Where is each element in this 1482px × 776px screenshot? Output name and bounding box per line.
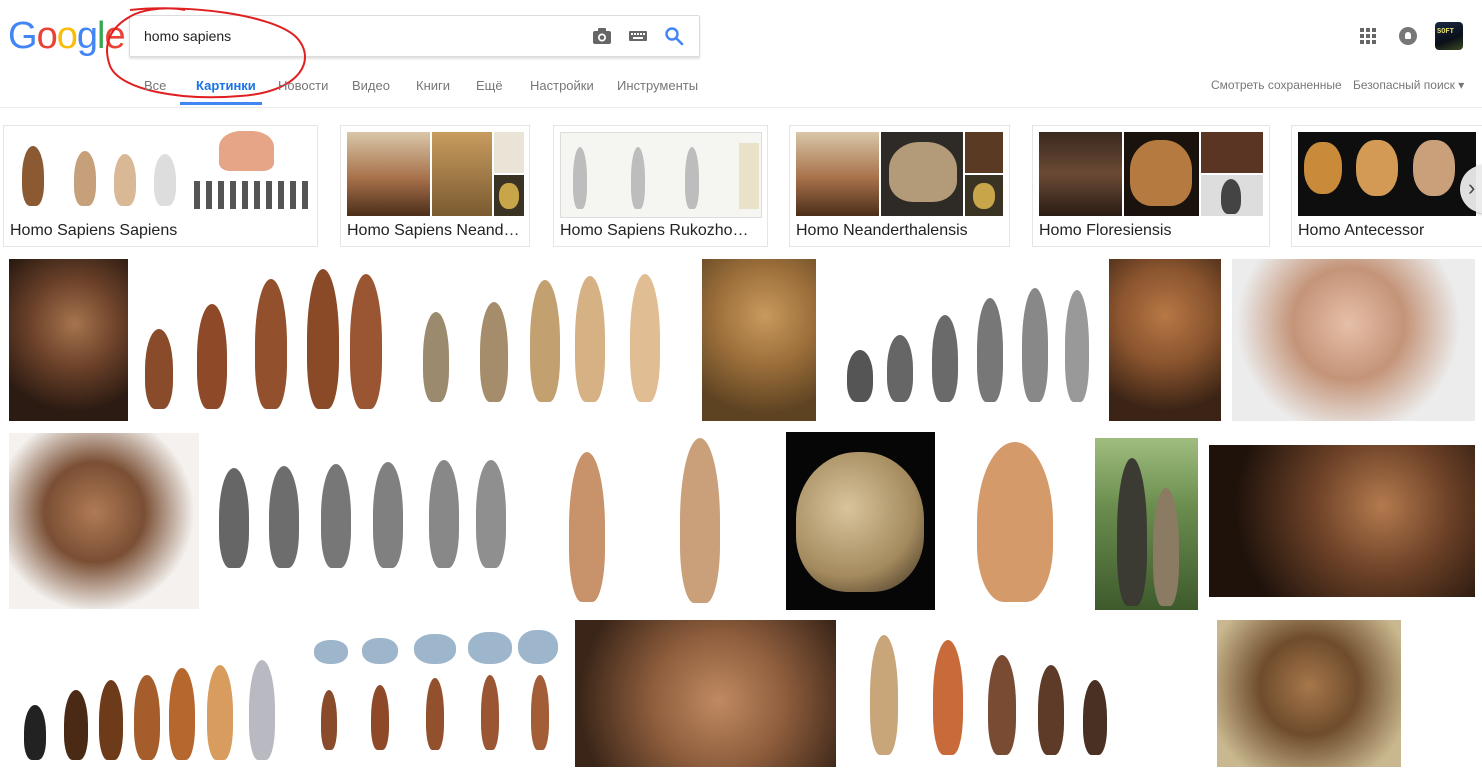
suggestion-label: Homo Sapiens Neand… xyxy=(347,222,520,239)
tab-videos[interactable]: Видео xyxy=(352,78,390,93)
suggestion-thumbnail xyxy=(1201,175,1263,216)
logo-letter: g xyxy=(76,15,98,57)
result-image[interactable] xyxy=(827,270,1098,410)
active-tab-indicator xyxy=(180,102,262,105)
suggestion-label: Homo Sapiens Rukozho… xyxy=(560,222,749,239)
tab-more[interactable]: Ещё xyxy=(476,78,503,93)
tab-news[interactable]: Новости xyxy=(278,78,328,93)
logo-letter: o xyxy=(36,15,58,57)
logo-letter: o xyxy=(56,15,78,57)
tab-tools[interactable]: Инструменты xyxy=(617,78,698,93)
result-image[interactable] xyxy=(9,259,128,421)
result-image[interactable] xyxy=(786,432,935,610)
saved-images-link[interactable]: Смотреть сохраненные xyxy=(1211,78,1342,92)
top-header: Google Все Картинки Новости Видео Книг xyxy=(0,0,1482,108)
result-image[interactable] xyxy=(575,620,836,767)
suggestion-label: Homo Neanderthalensis xyxy=(796,222,968,239)
result-image[interactable] xyxy=(1217,620,1401,767)
suggestion-thumbnail xyxy=(965,132,1003,173)
suggestion-thumbnail xyxy=(796,132,879,216)
suggestion-thumbnail xyxy=(1298,132,1476,216)
result-image[interactable] xyxy=(858,620,1122,767)
avatar[interactable]: SOFT xyxy=(1435,22,1463,50)
result-image[interactable] xyxy=(1109,259,1221,421)
suggestion-label: Homo Sapiens Sapiens xyxy=(10,222,178,239)
suggestion-thumbnail xyxy=(560,132,762,218)
google-logo[interactable]: Google xyxy=(8,15,126,57)
result-image[interactable] xyxy=(529,437,647,605)
suggestion-card[interactable]: Homo Sapiens Sapiens xyxy=(3,125,318,247)
result-image[interactable] xyxy=(135,259,395,421)
search-input[interactable] xyxy=(144,16,564,56)
result-image[interactable] xyxy=(405,262,693,412)
camera-icon[interactable] xyxy=(591,25,613,47)
safe-search-dropdown[interactable]: Безопасный поиск ▾ xyxy=(1353,78,1464,92)
result-image[interactable] xyxy=(296,620,563,767)
tab-images[interactable]: Картинки xyxy=(196,78,256,93)
logo-letter: l xyxy=(96,15,106,57)
result-image[interactable] xyxy=(211,448,517,591)
avatar-text: SOFT xyxy=(1437,28,1454,36)
suggestion-card[interactable]: Homo Antecessor xyxy=(1291,125,1482,247)
suggestion-label: Homo Floresiensis xyxy=(1039,222,1172,239)
suggestion-thumbnail xyxy=(1201,132,1263,173)
result-image[interactable] xyxy=(702,259,816,421)
suggestion-thumbnail xyxy=(494,132,524,173)
result-image[interactable] xyxy=(1209,445,1475,597)
tab-all[interactable]: Все xyxy=(144,78,166,93)
chevron-right-icon: › xyxy=(1468,175,1476,200)
suggestion-thumbnail xyxy=(1124,132,1199,216)
tab-books[interactable]: Книги xyxy=(416,78,450,93)
result-image[interactable] xyxy=(1232,259,1475,421)
suggestion-label: Homo Antecessor xyxy=(1298,222,1425,239)
result-image[interactable] xyxy=(1095,438,1198,610)
apps-grid-icon[interactable] xyxy=(1360,28,1376,44)
suggestion-card[interactable]: Homo Neanderthalensis xyxy=(789,125,1010,247)
suggestion-thumbnail xyxy=(965,175,1003,216)
search-box xyxy=(129,15,700,57)
result-image[interactable] xyxy=(655,433,777,609)
suggestion-thumbnail xyxy=(881,132,963,216)
suggestion-thumbnail xyxy=(4,126,317,221)
keyboard-icon[interactable] xyxy=(627,25,649,47)
suggestion-thumbnail xyxy=(1039,132,1122,216)
logo-letter: e xyxy=(104,15,125,57)
suggestion-thumbnail xyxy=(494,175,524,216)
result-image[interactable] xyxy=(9,620,288,767)
suggestion-card[interactable]: Homo Sapiens Rukozho… xyxy=(553,125,768,247)
suggestion-thumbnail xyxy=(432,132,492,216)
suggestion-card[interactable]: Homo Floresiensis xyxy=(1032,125,1270,247)
suggestion-card[interactable]: Homo Sapiens Neand… xyxy=(340,125,530,247)
result-image[interactable] xyxy=(9,433,199,609)
notifications-bell-icon[interactable] xyxy=(1399,27,1417,45)
logo-letter: G xyxy=(8,15,38,57)
search-icon[interactable] xyxy=(663,25,685,47)
result-image[interactable] xyxy=(957,434,1075,606)
suggestion-thumbnail xyxy=(347,132,430,216)
tab-settings[interactable]: Настройки xyxy=(530,78,594,93)
